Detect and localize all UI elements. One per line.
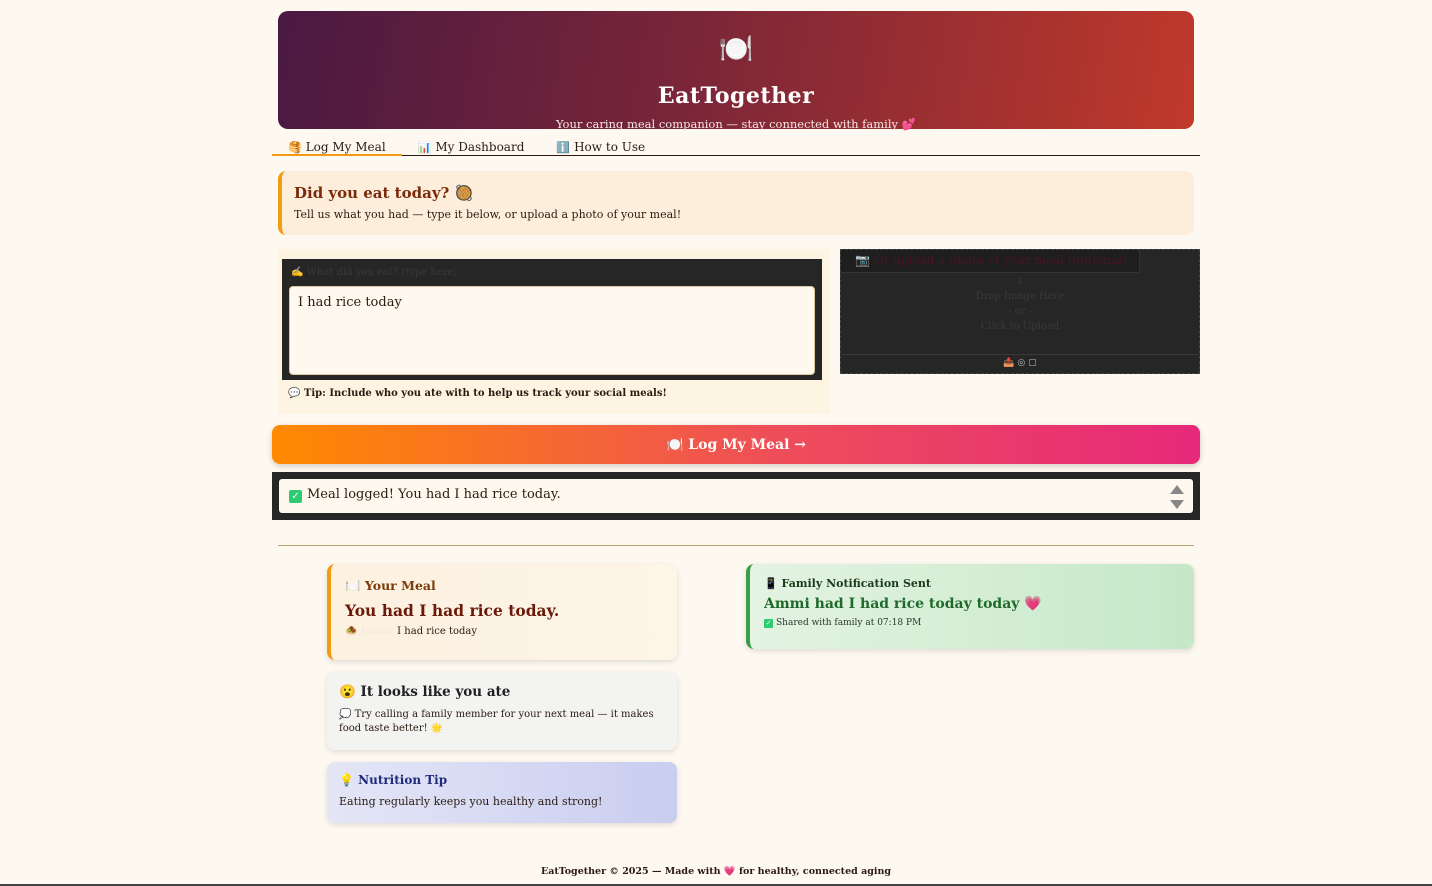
- section-divider: [278, 545, 1194, 546]
- ate-card-title: 😮 It looks like you ate: [339, 684, 511, 700]
- nutrition-card-title: 💡 Nutrition Tip: [339, 773, 448, 787]
- meal-text-input[interactable]: [289, 286, 815, 375]
- tab-bar: 🥞 Log My Meal 📊 My Dashboard ℹ️ How to Use: [272, 136, 1200, 156]
- ate-card-text: 💭 Try calling a family member for your n…: [339, 709, 654, 734]
- family-card-message: Ammi had I had rice today today 💗: [764, 596, 1042, 612]
- foods-value: I had rice today: [397, 626, 478, 637]
- meal-input-panel: ✍️ What did you eat? (type here) 💬 Tip: …: [278, 249, 830, 414]
- upload-icon: ⇪: [1015, 276, 1025, 287]
- scroll-stepper[interactable]: [1167, 481, 1187, 513]
- family-notification-card: 📱 Family Notification Sent Ammi had I ha…: [746, 564, 1194, 649]
- foods-label: Foods:: [360, 626, 394, 637]
- family-card-title: 📱 Family Notification Sent: [764, 577, 931, 590]
- upload-toolbar[interactable]: 📤 ◎ ▢: [841, 354, 1199, 374]
- chart-icon: 📊: [417, 141, 432, 154]
- app-header: 🍽️ EatTogether Your caring meal companio…: [278, 11, 1194, 131]
- tab-dashboard[interactable]: 📊 My Dashboard: [402, 136, 541, 156]
- check-icon: ✓: [764, 619, 773, 628]
- meal-card-detail: 🧆 Foods: I had rice today: [345, 626, 663, 637]
- upload-dropzone[interactable]: ⇪ Drop Image Here - or - Click to Upload: [841, 274, 1199, 334]
- click-upload-text: Click to Upload: [980, 321, 1060, 332]
- tab-label: Log My Meal: [305, 140, 386, 154]
- family-card-detail: ✓ Shared with family at 07:18 PM: [764, 618, 1180, 628]
- drop-text: Drop Image Here: [975, 291, 1065, 302]
- arrow-up-icon[interactable]: [1170, 485, 1184, 494]
- meal-input-label: ✍️ What did you eat? (type here): [291, 267, 457, 278]
- nutrition-tip-card: 💡 Nutrition Tip Eating regularly keeps y…: [327, 762, 677, 823]
- photo-upload-area[interactable]: 📷 Or upload a photo of your meal (option…: [840, 249, 1200, 374]
- eat-today-prompt: Did you eat today? 🥘 Tell us what you ha…: [278, 171, 1194, 235]
- check-icon: ✓: [289, 490, 302, 503]
- tab-label: My Dashboard: [435, 140, 525, 154]
- arrow-down-icon[interactable]: [1170, 500, 1184, 509]
- info-icon: ℹ️: [556, 141, 571, 154]
- result-textbox[interactable]: ✓ Meal logged! You had I had rice today.: [279, 479, 1193, 513]
- meal-input-box: ✍️ What did you eat? (type here): [282, 259, 822, 380]
- app-subtitle: Your caring meal companion — stay connec…: [555, 117, 917, 131]
- your-meal-card: 🍽️ Your Meal You had I had rice today. 🧆…: [327, 564, 677, 660]
- meal-card-title: 🍽️ Your Meal: [345, 578, 436, 593]
- meal-input-label-text: What did you eat? (type here): [306, 267, 458, 278]
- prompt-title: Did you eat today? 🥘: [294, 184, 474, 202]
- result-text: Meal logged! You had I had rice today.: [307, 487, 561, 502]
- upload-label: 📷 Or upload a photo of your meal (option…: [841, 250, 1140, 273]
- social-meal-tip: 💬 Tip: Include who you ate with to help …: [288, 388, 667, 399]
- app-title: EatTogether: [657, 83, 815, 109]
- prompt-text: Tell us what you had — type it below, or…: [294, 208, 682, 221]
- tab-log-meal[interactable]: 🥞 Log My Meal: [272, 136, 402, 156]
- page-footer: EatTogether © 2025 — Made with 💗 for hea…: [540, 866, 892, 877]
- plate-icon: 🍽️: [718, 32, 754, 65]
- meal-card-summary: You had I had rice today.: [345, 601, 560, 620]
- writing-hand-icon: ✍️: [291, 267, 304, 278]
- tab-label: How to Use: [574, 140, 646, 154]
- food-icon: 🧆: [345, 626, 358, 637]
- log-meal-button[interactable]: 🍽️ Log My Meal →: [272, 425, 1200, 464]
- tab-how-to-use[interactable]: ℹ️ How to Use: [540, 136, 661, 156]
- or-text: - or -: [1008, 306, 1032, 317]
- ate-alone-card: 😮 It looks like you ate 💭 Try calling a …: [327, 672, 677, 750]
- pancake-icon: 🥞: [288, 141, 302, 154]
- result-output: ✓ Meal logged! You had I had rice today.: [272, 472, 1200, 520]
- shared-time-text: Shared with family at 07:18 PM: [776, 618, 922, 628]
- nutrition-card-text: Eating regularly keeps you healthy and s…: [339, 795, 603, 808]
